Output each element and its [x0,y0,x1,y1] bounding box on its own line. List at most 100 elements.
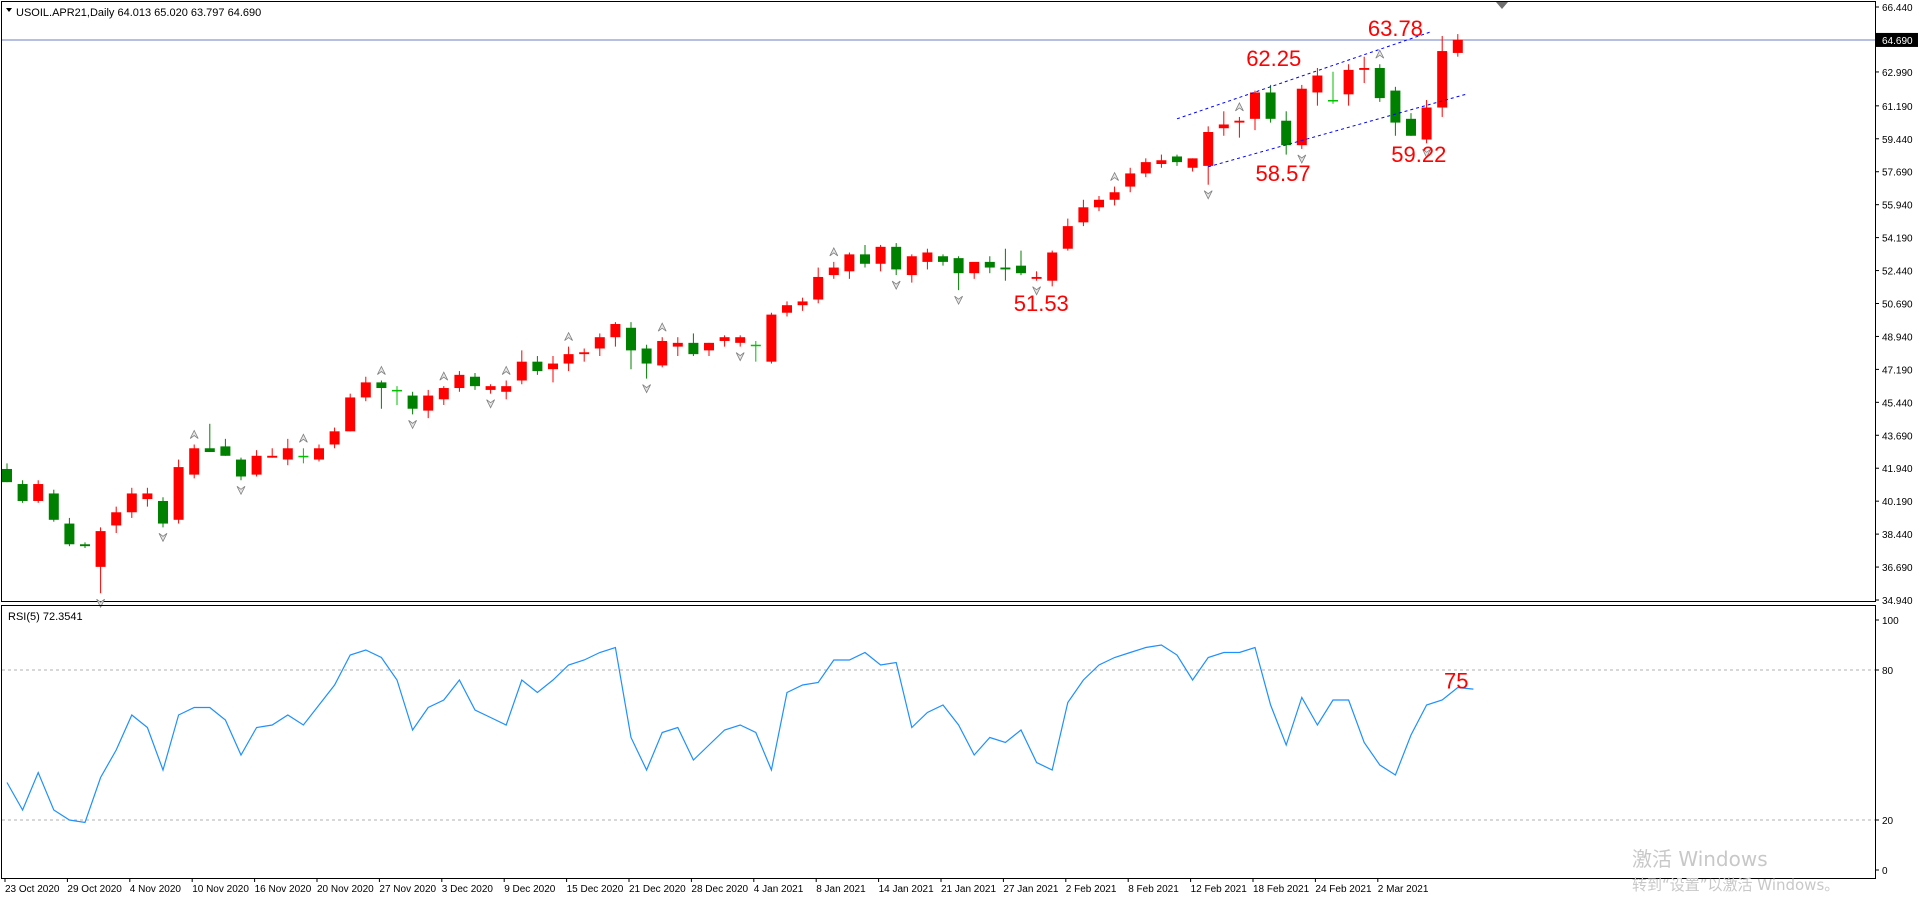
candle [189,444,200,479]
x-tick-label: 2 Mar 2021 [1378,884,1429,895]
candle-body [1016,265,1026,274]
candle-body [626,327,636,351]
x-tick-label: 21 Dec 2020 [629,884,686,895]
candle-body [204,448,215,453]
candle-body [766,314,777,362]
candle-body [516,361,527,381]
candle-body [1390,90,1401,123]
candle-body [267,455,278,458]
candle-body [392,389,402,392]
x-tick-label: 18 Feb 2021 [1253,884,1310,895]
candle-body [1343,69,1354,95]
x-tick-label: 12 Feb 2021 [1191,884,1248,895]
candle-body [189,448,200,475]
y-tick-label: 47.190 [1882,365,1913,376]
candle-body [438,388,449,400]
candle-body [860,254,870,264]
x-tick-label: 28 Dec 2020 [691,884,748,895]
candle-body [1062,226,1073,249]
candle-body [672,342,683,347]
candle-body [610,324,621,338]
candle [48,489,59,522]
candle-body [1187,158,1198,168]
candle-body [345,397,356,432]
candle-body [126,493,137,513]
candle-body [220,446,231,456]
candle-body [594,337,605,349]
candle-body [111,512,122,526]
candle-body [470,376,480,387]
candle-body [158,500,168,524]
candle-body [844,254,855,272]
candle-body [1359,67,1370,70]
y-tick-label: 66.440 [1882,3,1913,14]
x-tick-label: 9 Dec 2020 [504,884,556,895]
candle-body [142,493,153,500]
candle-body [548,363,558,370]
y-tick-label: 36.690 [1882,563,1913,574]
x-tick-label: 10 Nov 2020 [192,884,249,895]
rsi-annotation: 75 [1444,669,1468,694]
candle-body [1172,156,1182,163]
candle-body [1203,132,1214,166]
y-tick-label: 50.690 [1882,300,1913,311]
x-tick-label: 23 Oct 2020 [5,884,60,895]
candle-body [454,374,465,389]
candle [345,393,356,432]
price-annotation: 51.53 [1014,291,1069,316]
candle-body [750,344,761,347]
x-tick-label: 4 Jan 2021 [754,884,804,895]
candle-body [80,544,90,547]
candle-body [563,354,574,364]
candle-body [423,395,434,411]
candle-body [1406,118,1416,136]
candle-body [360,382,371,398]
candle-body [251,455,262,475]
candle-body [282,448,293,460]
y-tick-label: 38.440 [1882,530,1913,541]
candle-body [1421,107,1432,140]
y-tick-label: 62.990 [1882,68,1913,79]
y-tick-label: 34.940 [1882,596,1913,607]
candle-body [1250,92,1260,119]
candle-body [1218,124,1229,129]
x-tick-label: 27 Nov 2020 [379,884,436,895]
x-tick-label: 20 Nov 2020 [317,884,374,895]
candle-body [579,352,590,355]
y-tick-label: 52.440 [1882,267,1913,278]
x-tick-label: 21 Jan 2021 [941,884,996,895]
candle-body [48,493,59,520]
candle-body [33,484,44,501]
candle-body [1047,252,1058,281]
candle-body [657,340,668,366]
candle-body [1078,207,1089,223]
candle-body [1031,276,1042,279]
candle-body [376,382,387,389]
candle-body [236,459,246,477]
candle-body [17,484,28,501]
candle-body [298,455,309,458]
candle-body [906,256,917,276]
x-tick-label: 3 Dec 2020 [442,884,494,895]
candle-body [922,252,933,262]
candle-body [485,386,496,390]
candle-body [828,267,839,276]
candle-body [407,395,418,409]
rsi-label: RSI(5) 72.3541 [8,611,83,623]
candle-body [64,523,75,545]
x-tick-label: 15 Dec 2020 [567,884,624,895]
candle-body [797,301,808,306]
y-tick-label: 43.690 [1882,431,1913,442]
y-tick-label: 48.940 [1882,332,1913,343]
x-tick-label: 8 Feb 2021 [1128,884,1179,895]
x-tick-label: 8 Jan 2021 [816,884,866,895]
candle-body [1374,67,1385,99]
candle-body [813,276,824,300]
candle-body [1328,99,1338,102]
price-annotation: 63.78 [1368,16,1423,41]
candle [1296,84,1307,149]
candle-body [1156,160,1167,165]
y-tick-label: 45.440 [1882,398,1913,409]
chart-svg: 63.78 62.25 58.57 59.22 51.53 75 66.440 64.69… [0,0,1920,900]
candle-body [1140,162,1151,174]
